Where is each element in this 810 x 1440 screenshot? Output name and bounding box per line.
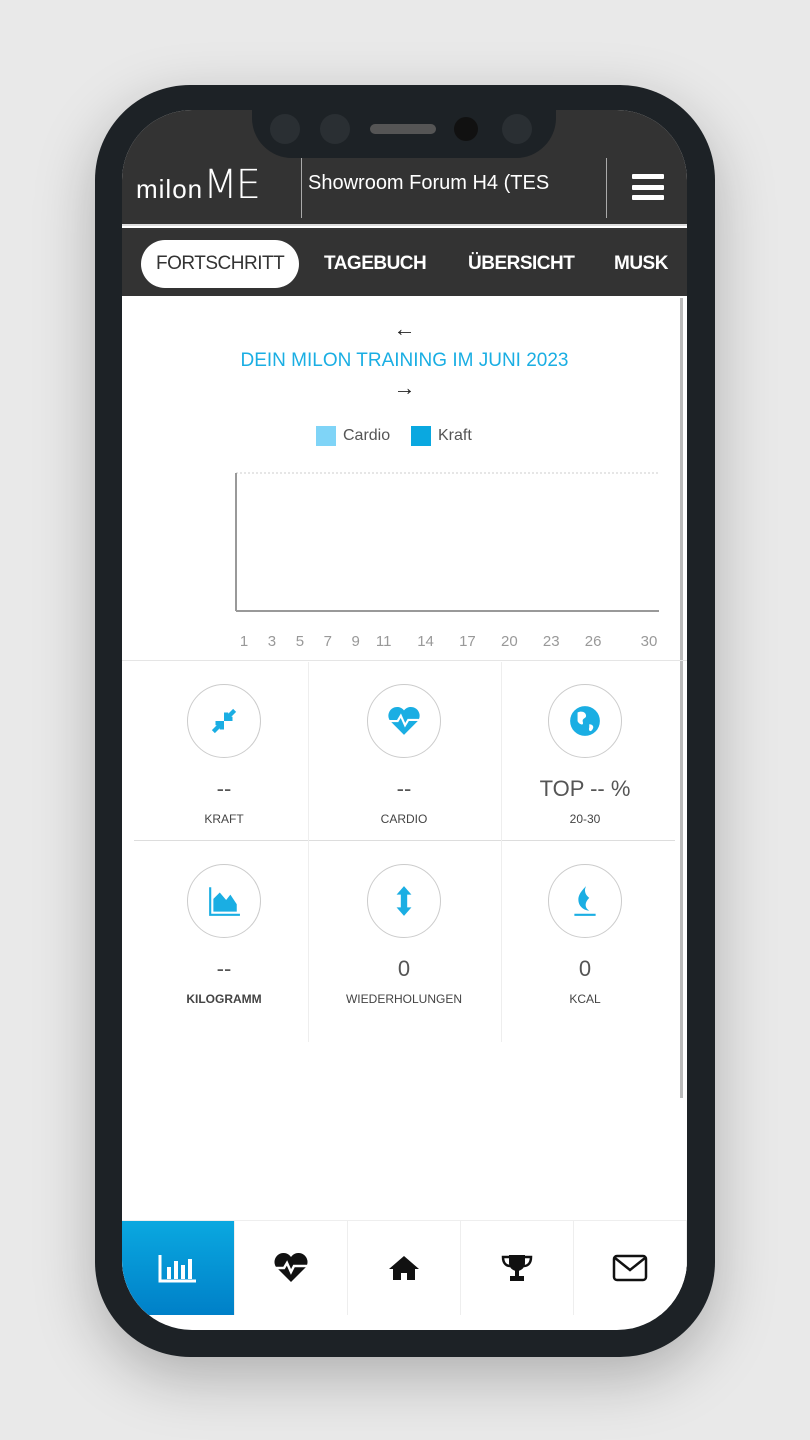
tab-tagebuch[interactable]: TAGEBUCH <box>324 240 427 288</box>
stat-icon-circle <box>187 864 261 938</box>
stat-value: 0 <box>578 956 592 981</box>
nav-trophy[interactable] <box>461 1221 574 1315</box>
stat-kilogramm: -- KILOGRAMM <box>134 864 314 1006</box>
stat-wiederholungen: 0 WIEDERHOLUNGEN <box>314 864 494 1006</box>
trophy-icon <box>501 1255 533 1281</box>
next-month-arrow[interactable]: → <box>394 375 416 400</box>
stat-label: KILOGRAMM <box>186 992 262 1006</box>
stat-icon-circle <box>548 684 622 758</box>
prev-month-arrow[interactable]: ← <box>394 316 416 341</box>
scrollbar[interactable] <box>680 298 683 1098</box>
stat-20-30: TOP -- % 20-30 <box>495 684 675 826</box>
phone-notch <box>252 100 556 158</box>
stat-label: KRAFT <box>204 812 244 826</box>
bottom-nav <box>122 1220 687 1315</box>
tab-uebersicht[interactable]: ÜBERSICHT <box>468 240 575 288</box>
hamburger-menu-icon[interactable] <box>632 174 664 200</box>
x-tick-label: 1 <box>240 633 248 650</box>
studio-title: Showroom Forum H4 (TES <box>308 172 550 194</box>
nav-messages[interactable] <box>574 1221 687 1315</box>
stat-label: 20-30 <box>569 812 601 826</box>
legend-kraft[interactable]: Kraft <box>411 426 472 446</box>
stat-icon-circle <box>548 864 622 938</box>
legend-cardio[interactable]: Cardio <box>316 426 390 446</box>
bar-chart-icon <box>158 1255 196 1283</box>
x-tick-label: 20 <box>501 633 518 650</box>
stat-icon-circle <box>367 864 441 938</box>
heartbeat-icon <box>388 706 420 735</box>
x-tick-label: 17 <box>459 633 476 650</box>
stat-value: TOP -- % <box>539 776 631 801</box>
globe-icon <box>570 706 600 736</box>
tab-muskel[interactable]: MUSK <box>614 240 668 288</box>
stat-value: -- <box>216 956 232 981</box>
milon-logo[interactable]: milonME <box>136 162 261 208</box>
stat-cardio: -- CARDIO <box>314 684 494 826</box>
envelope-icon <box>612 1254 648 1282</box>
training-chart: 1 3 5 7 9 11 14 17 20 23 26 30 <box>235 472 659 650</box>
home-icon <box>389 1256 419 1280</box>
nav-progress[interactable] <box>122 1221 235 1315</box>
x-tick-label: 11 <box>376 633 392 650</box>
app-screen: milonME Showroom Forum H4 (TES FORTSCHRI… <box>122 110 687 1330</box>
stat-label: CARDIO <box>380 812 428 826</box>
nav-home[interactable] <box>348 1221 461 1315</box>
vertical-arrows-icon <box>396 886 412 916</box>
x-tick-label: 30 <box>641 633 658 650</box>
heartbeat-icon <box>274 1252 308 1282</box>
x-tick-label: 7 <box>324 633 332 650</box>
stat-value: -- <box>216 776 232 801</box>
stat-kcal: 0 KCAL <box>495 864 675 1006</box>
chart-title: DEIN MILON TRAINING IM JUNI 2023 <box>240 350 569 371</box>
stat-value: 0 <box>397 956 411 981</box>
x-tick-label: 14 <box>417 633 434 650</box>
x-tick-label: 26 <box>585 633 602 650</box>
x-tick-label: 23 <box>543 633 560 650</box>
stat-label: KCAL <box>569 992 601 1006</box>
stat-value: -- <box>396 776 412 801</box>
tab-fortschritt[interactable]: FORTSCHRITT <box>141 240 300 288</box>
stat-icon-circle <box>367 684 441 758</box>
flame-icon <box>574 886 596 916</box>
compress-arrows-icon <box>211 708 237 734</box>
stat-kraft: -- KRAFT <box>134 684 314 826</box>
x-tick-label: 3 <box>268 633 276 650</box>
tab-bar: FORTSCHRITT TAGEBUCH ÜBERSICHT MUSK <box>122 228 687 296</box>
stat-icon-circle <box>187 684 261 758</box>
x-tick-label: 5 <box>296 633 304 650</box>
stat-label: WIEDERHOLUNGEN <box>345 992 462 1006</box>
nav-cardio[interactable] <box>235 1221 348 1315</box>
x-tick-label: 9 <box>352 633 360 650</box>
area-chart-icon <box>209 887 240 916</box>
